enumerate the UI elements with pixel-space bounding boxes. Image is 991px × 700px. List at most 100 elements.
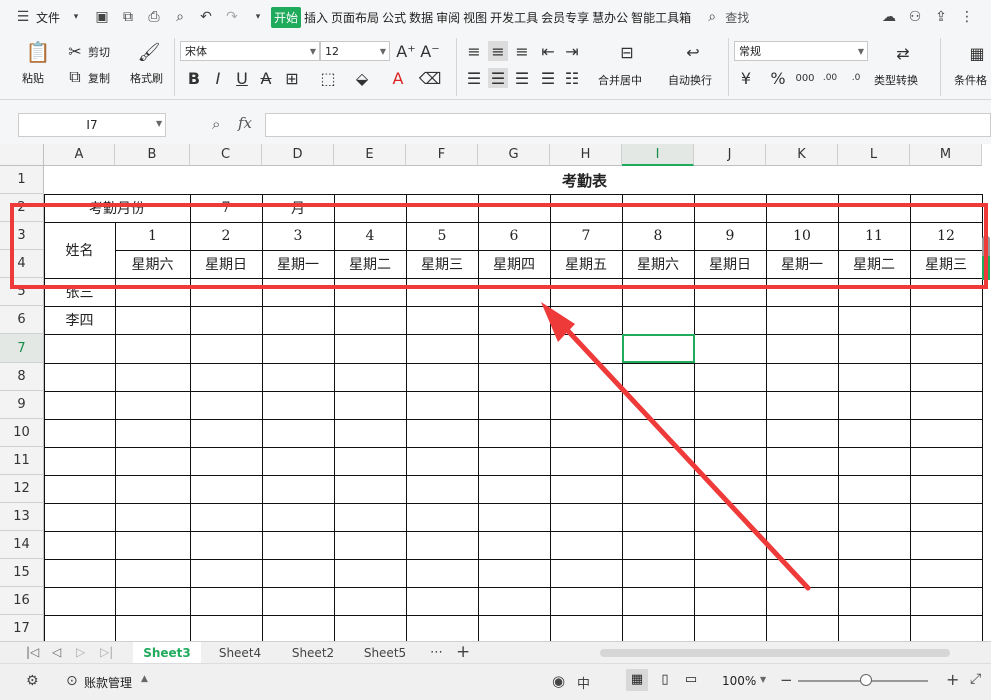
- export-icon[interactable]: ⧉: [118, 7, 138, 27]
- scissors-icon[interactable]: ✂: [66, 42, 84, 61]
- day-number-cell[interactable]: 2: [190, 222, 262, 250]
- day-number-cell[interactable]: 8: [622, 222, 694, 250]
- row-header-5[interactable]: 5: [0, 278, 44, 306]
- row-header-15[interactable]: 15: [0, 559, 44, 587]
- align-right-icon[interactable]: ☰: [512, 68, 532, 88]
- user-icon[interactable]: ⚇: [905, 7, 925, 27]
- share-icon[interactable]: ⇪: [931, 7, 951, 27]
- day-number-cell[interactable]: 5: [406, 222, 478, 250]
- justify-icon[interactable]: ☰: [538, 68, 558, 88]
- tab-huibangong[interactable]: 慧办公: [592, 9, 628, 26]
- align-center-icon[interactable]: ☰: [488, 68, 508, 88]
- type-convert-button[interactable]: 类型转换: [874, 72, 918, 88]
- sheet-tab-sheet4[interactable]: Sheet4: [207, 642, 273, 664]
- tab-start[interactable]: 开始: [271, 6, 302, 28]
- zoom-in-icon[interactable]: +: [946, 670, 959, 689]
- column-header-l[interactable]: L: [838, 144, 910, 166]
- more-sheets-icon[interactable]: ⋯: [430, 645, 443, 660]
- chevron-up-icon[interactable]: ▲: [141, 674, 148, 684]
- tab-view[interactable]: 视图: [463, 9, 487, 26]
- row-header-7[interactable]: 7: [0, 334, 44, 363]
- select-all-corner[interactable]: [0, 144, 44, 166]
- month-value[interactable]: 7: [190, 194, 262, 222]
- preview-icon[interactable]: ⌕: [170, 7, 190, 27]
- fill-color-icon[interactable]: ⬙: [352, 68, 372, 88]
- align-top-icon[interactable]: ≡: [464, 41, 484, 61]
- weekday-cell[interactable]: 星期二: [838, 250, 910, 278]
- wrap-text-button[interactable]: 自动换行: [668, 72, 712, 88]
- month-unit[interactable]: 月: [262, 194, 334, 222]
- save-icon[interactable]: ▣: [92, 7, 112, 27]
- currency-icon[interactable]: ¥: [736, 68, 756, 88]
- undo-icon[interactable]: ↶: [196, 7, 216, 27]
- spreadsheet-grid[interactable]: ABCDEFGHIJKLM 1 2 3 4 5 6 7 8 9 10 11 12 13 14 15 16 17 …: [0, 144, 991, 641]
- day-number-cell[interactable]: 7: [550, 222, 622, 250]
- row-header-11[interactable]: 11: [0, 447, 44, 475]
- cloud-icon[interactable]: ☁: [879, 7, 899, 27]
- weekday-cell[interactable]: 星期三: [406, 250, 478, 278]
- format-painter-button[interactable]: 格式刷: [130, 70, 163, 86]
- weekday-cell[interactable]: 星期四: [478, 250, 550, 278]
- search-icon[interactable]: ⌕: [702, 7, 722, 27]
- font-size-select[interactable]: 12 ▼: [320, 41, 390, 61]
- weekday-cell[interactable]: 星期日: [694, 250, 766, 278]
- eye-protect-icon[interactable]: ◉: [552, 672, 565, 690]
- zoom-dropdown-icon[interactable]: ▼: [760, 675, 766, 684]
- italic-icon[interactable]: I: [208, 68, 228, 88]
- day-number-cell[interactable]: 12: [910, 222, 982, 250]
- cut-button[interactable]: 剪切: [88, 44, 110, 60]
- merge-center-icon[interactable]: ⊟: [614, 40, 640, 64]
- indent-increase-icon[interactable]: ⇥: [562, 41, 582, 61]
- align-middle-icon[interactable]: ≡: [488, 41, 508, 61]
- account-icon[interactable]: ⊙: [66, 673, 78, 689]
- number-format-select[interactable]: 常规 ▼: [734, 41, 868, 61]
- tab-insert[interactable]: 插入: [304, 9, 328, 26]
- paste-icon[interactable]: 📋: [26, 40, 51, 64]
- name-cell-zhangsan[interactable]: 张三: [44, 278, 115, 306]
- row-header-2[interactable]: 2: [0, 194, 44, 222]
- bold-icon[interactable]: B: [184, 68, 204, 88]
- conditional-format-button[interactable]: 条件格: [954, 72, 987, 88]
- zoom-slider-handle[interactable]: [860, 674, 872, 686]
- weekday-cell[interactable]: 星期六: [622, 250, 694, 278]
- column-header-f[interactable]: F: [406, 144, 478, 166]
- percent-icon[interactable]: %: [768, 68, 788, 88]
- weekday-cell[interactable]: 星期六: [115, 250, 190, 278]
- cell-style-icon[interactable]: ⬚: [318, 68, 338, 88]
- column-header-b[interactable]: B: [115, 144, 190, 166]
- row-header-17[interactable]: 17: [0, 615, 44, 641]
- name-box[interactable]: I7: [18, 113, 166, 137]
- weekday-cell[interactable]: 星期一: [766, 250, 838, 278]
- page-layout-view-icon[interactable]: ▯: [654, 669, 676, 691]
- row-header-10[interactable]: 10: [0, 419, 44, 447]
- eraser-icon[interactable]: ⌫: [419, 68, 442, 88]
- prev-sheet-icon[interactable]: ◁: [52, 645, 61, 659]
- column-header-k[interactable]: K: [766, 144, 838, 166]
- day-number-cell[interactable]: 6: [478, 222, 550, 250]
- normal-view-icon[interactable]: ▦: [626, 669, 648, 691]
- day-number-cell[interactable]: 10: [766, 222, 838, 250]
- row-header-3[interactable]: 3: [0, 222, 44, 250]
- column-header-h[interactable]: H: [550, 144, 622, 166]
- wrap-text-icon[interactable]: ↩: [680, 40, 706, 64]
- sheet-tab-sheet5[interactable]: Sheet5: [352, 642, 418, 664]
- chevron-down-icon[interactable]: ▾: [66, 7, 86, 27]
- input-method-icon[interactable]: 中: [577, 673, 590, 692]
- column-header-c[interactable]: C: [190, 144, 262, 166]
- sheet-tab-sheet2[interactable]: Sheet2: [280, 642, 346, 664]
- border-icon[interactable]: ⊞: [282, 68, 302, 88]
- type-convert-icon[interactable]: ⇄: [892, 42, 914, 64]
- account-manage-label[interactable]: 账款管理: [84, 674, 132, 691]
- last-sheet-icon[interactable]: ▷|: [100, 645, 113, 659]
- name-header[interactable]: 姓名: [44, 222, 115, 278]
- column-header-g[interactable]: G: [478, 144, 550, 166]
- increase-decimal-icon[interactable]: .00: [820, 68, 840, 88]
- conditional-format-icon[interactable]: ▦: [966, 42, 988, 64]
- column-header-a[interactable]: A: [44, 144, 115, 166]
- zoom-formula-icon[interactable]: ⌕: [212, 115, 220, 133]
- search-label[interactable]: 查找: [725, 9, 749, 26]
- tab-smart-toolbox[interactable]: 智能工具箱: [631, 9, 691, 26]
- tab-formula[interactable]: 公式: [382, 9, 406, 26]
- row-header-4[interactable]: 4: [0, 250, 44, 278]
- file-menu[interactable]: 文件: [36, 9, 60, 26]
